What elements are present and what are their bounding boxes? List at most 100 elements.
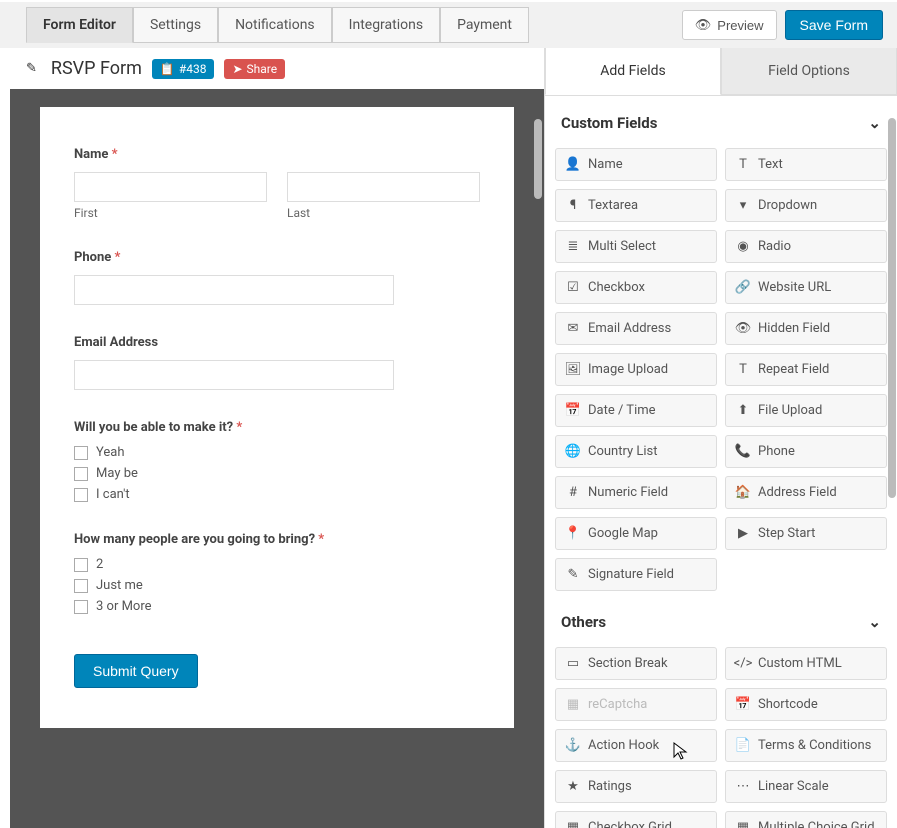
field-type-label: reCaptcha bbox=[588, 697, 647, 712]
terms-conditions-icon: 📄 bbox=[736, 738, 750, 753]
field-type-shortcode[interactable]: 📅 Shortcode bbox=[725, 688, 887, 721]
field-type-terms-conditions[interactable]: 📄Terms & Conditions bbox=[725, 729, 887, 762]
checkbox-option-i-can-t[interactable]: I can't bbox=[74, 487, 480, 502]
tab-integrations[interactable]: Integrations bbox=[332, 7, 440, 43]
field-name[interactable]: Name * First Last bbox=[74, 147, 480, 220]
last-name-input[interactable] bbox=[287, 172, 480, 202]
shortcode-icon: 📅 bbox=[736, 697, 750, 712]
field-type-website-url[interactable]: 🔗 Website URL bbox=[725, 271, 887, 304]
eye-icon: 👁 bbox=[695, 17, 712, 33]
field-type-checkbox[interactable]: ☑Checkbox bbox=[555, 271, 717, 304]
required-indicator: * bbox=[115, 250, 121, 265]
phone-label: Phone * bbox=[74, 250, 480, 265]
field-type-image-upload[interactable]: 🖼Image Upload bbox=[555, 353, 717, 386]
checkbox-option-3-or-more[interactable]: 3 or More bbox=[74, 599, 480, 614]
checkbox-option-may-be[interactable]: May be bbox=[74, 466, 480, 481]
checkbox-icon[interactable] bbox=[74, 600, 88, 614]
share-button[interactable]: ➤ Share bbox=[224, 59, 285, 79]
field-type-label: Country List bbox=[588, 444, 658, 459]
preview-button[interactable]: 👁 Preview bbox=[682, 10, 777, 40]
chevron-down-icon: ⌄ bbox=[868, 613, 881, 631]
field-type-file-upload[interactable]: ⬆File Upload bbox=[725, 394, 887, 427]
field-type-multiple-choice-grid[interactable]: ▦Multiple Choice Grid bbox=[725, 811, 887, 828]
name-label-text: Name bbox=[74, 147, 108, 162]
canvas-scrollbar[interactable] bbox=[534, 89, 542, 828]
date-time-icon: 📅 bbox=[566, 403, 580, 418]
website-url-icon: 🔗 bbox=[736, 280, 750, 295]
field-type-phone[interactable]: 📞Phone bbox=[725, 435, 887, 468]
field-type-country-list[interactable]: 🌐Country List bbox=[555, 435, 717, 468]
checkbox-icon[interactable] bbox=[74, 558, 88, 572]
tab-form-editor[interactable]: Form Editor bbox=[26, 7, 133, 43]
field-type-label: Multi Select bbox=[588, 239, 656, 254]
tab-add-fields[interactable]: Add Fields bbox=[545, 48, 721, 95]
checkbox-icon[interactable] bbox=[74, 579, 88, 593]
field-type-text[interactable]: TText bbox=[725, 148, 887, 181]
field-type-signature-field[interactable]: ✎Signature Field bbox=[555, 558, 717, 591]
field-type-linear-scale[interactable]: ⋯Linear Scale bbox=[725, 770, 887, 803]
checkbox-icon[interactable] bbox=[74, 488, 88, 502]
field-email[interactable]: Email Address bbox=[74, 335, 480, 390]
field-type-dropdown[interactable]: ▾Dropdown bbox=[725, 189, 887, 222]
field-phone[interactable]: Phone * bbox=[74, 250, 480, 305]
recaptcha-icon: ▦ bbox=[566, 697, 580, 712]
field-type-section-break[interactable]: ▭ Section Break bbox=[555, 647, 717, 680]
checkbox-option-just-me[interactable]: Just me bbox=[74, 578, 480, 593]
last-sublabel: Last bbox=[287, 206, 480, 220]
field-type-label: Section Break bbox=[588, 656, 668, 671]
tab-notifications[interactable]: Notifications bbox=[218, 7, 332, 43]
field-type-label: Address Field bbox=[758, 485, 837, 500]
field-type-label: Shortcode bbox=[758, 697, 818, 712]
field-type-radio[interactable]: ◉Radio bbox=[725, 230, 887, 263]
multi-select-icon: ≣ bbox=[566, 239, 580, 254]
tab-payment[interactable]: Payment bbox=[440, 7, 529, 43]
section-break-icon: ▭ bbox=[566, 656, 580, 671]
checkbox-option-2[interactable]: 2 bbox=[74, 557, 480, 572]
tab-field-options[interactable]: Field Options bbox=[721, 48, 897, 95]
right-scrollbar-thumb[interactable] bbox=[888, 118, 896, 498]
google-map-icon: 📍 bbox=[566, 526, 580, 541]
section-others[interactable]: Others ⌄ bbox=[545, 601, 897, 643]
field-type-textarea[interactable]: ¶Textarea bbox=[555, 189, 717, 222]
file-upload-icon: ⬆ bbox=[736, 403, 750, 418]
phone-input[interactable] bbox=[74, 275, 394, 305]
field-type-email-address[interactable]: ✉Email Address bbox=[555, 312, 717, 345]
checkbox-label: 3 or More bbox=[96, 599, 152, 614]
linear-scale-icon: ⋯ bbox=[736, 779, 750, 794]
field-type-step-start[interactable]: ▶Step Start bbox=[725, 517, 887, 550]
canvas-scrollbar-thumb[interactable] bbox=[534, 119, 542, 199]
field-type-label: Website URL bbox=[758, 280, 831, 295]
field-type-multi-select[interactable]: ≣ Multi Select bbox=[555, 230, 717, 263]
pencil-icon: ✎ bbox=[26, 61, 37, 76]
field-type-numeric-field[interactable]: #Numeric Field bbox=[555, 476, 717, 509]
checkbox-icon[interactable] bbox=[74, 467, 88, 481]
first-name-input[interactable] bbox=[74, 172, 267, 202]
save-button[interactable]: Save Form bbox=[785, 10, 883, 40]
field-type-repeat-field[interactable]: TRepeat Field bbox=[725, 353, 887, 386]
field-guest-count[interactable]: How many people are you going to bring? … bbox=[74, 532, 480, 614]
form-id-badge[interactable]: 📋 #438 bbox=[152, 59, 215, 79]
field-type-date-time[interactable]: 📅Date / Time bbox=[555, 394, 717, 427]
email-input[interactable] bbox=[74, 360, 394, 390]
submit-button[interactable]: Submit Query bbox=[74, 654, 198, 688]
checkbox-option-yeah[interactable]: Yeah bbox=[74, 445, 480, 460]
checkbox-label: May be bbox=[96, 466, 138, 481]
field-type-ratings[interactable]: ★Ratings bbox=[555, 770, 717, 803]
field-type-google-map[interactable]: 📍Google Map bbox=[555, 517, 717, 550]
field-attending[interactable]: Will you be able to make it? * YeahMay b… bbox=[74, 420, 480, 502]
field-type-hidden-field[interactable]: 👁 Hidden Field bbox=[725, 312, 887, 345]
section-custom-fields[interactable]: Custom Fields ⌄ bbox=[545, 102, 897, 144]
hidden-field-icon: 👁 bbox=[736, 321, 750, 336]
field-type-address-field[interactable]: 🏠Address Field bbox=[725, 476, 887, 509]
field-type-label: Repeat Field bbox=[758, 362, 829, 377]
field-type-checkbox-grid[interactable]: ▦Checkbox Grid bbox=[555, 811, 717, 828]
checkbox-icon[interactable] bbox=[74, 446, 88, 460]
radio-icon: ◉ bbox=[736, 239, 750, 254]
field-type-action-hook[interactable]: ⚓Action Hook bbox=[555, 729, 717, 762]
field-type-label: Hidden Field bbox=[758, 321, 830, 336]
field-type-name[interactable]: 👤Name bbox=[555, 148, 717, 181]
tab-settings[interactable]: Settings bbox=[133, 7, 218, 43]
right-scrollbar[interactable] bbox=[887, 98, 897, 828]
right-tabs: Add Fields Field Options bbox=[545, 48, 897, 96]
field-type-custom-html[interactable]: </>Custom HTML bbox=[725, 647, 887, 680]
